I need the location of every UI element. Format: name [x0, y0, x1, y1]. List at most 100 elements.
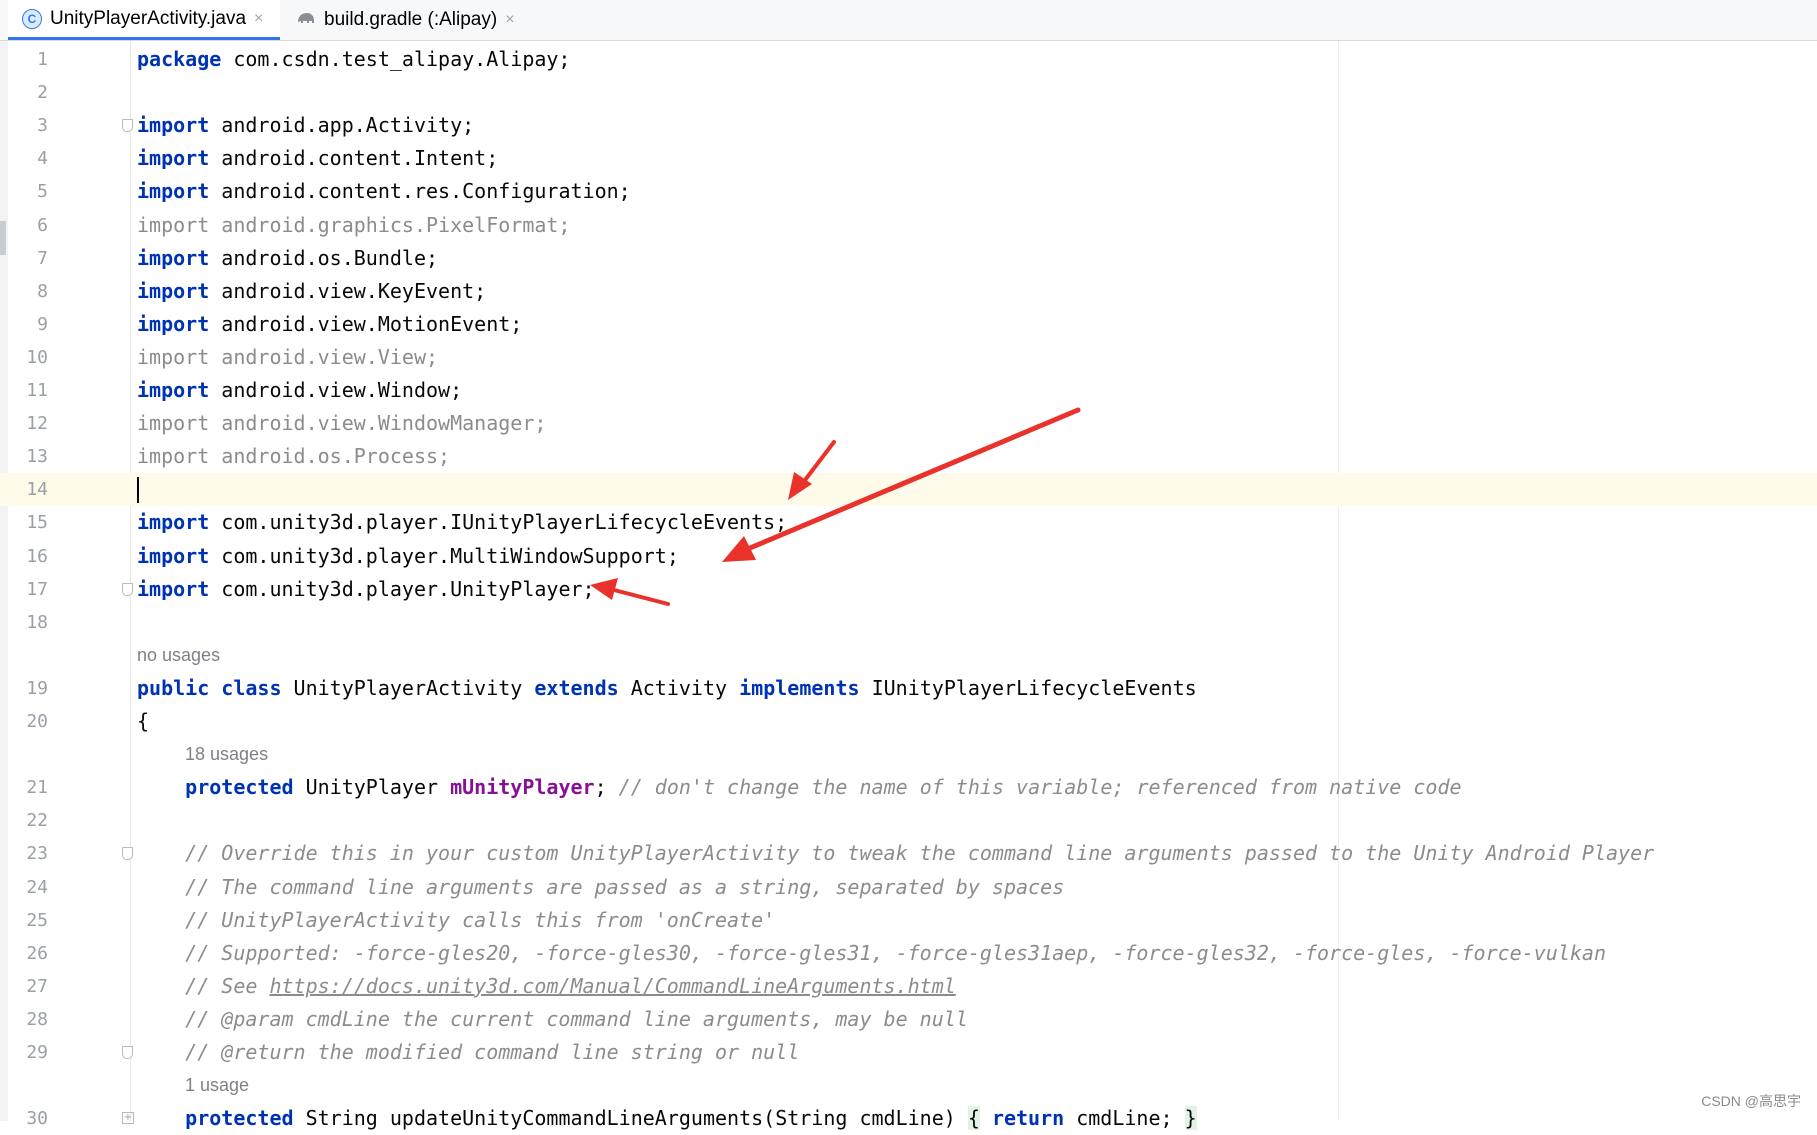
line-number: 22 [26, 810, 48, 832]
code-text[interactable]: // @return the modified command line str… [137, 1036, 799, 1069]
code-text[interactable]: package com.csdn.test_alipay.Alipay; [137, 43, 570, 76]
line-number: 6 [37, 214, 48, 236]
fold-marker-icon[interactable] [122, 1046, 133, 1059]
code-text[interactable]: import android.graphics.PixelFormat; [137, 209, 570, 242]
code-text[interactable]: import android.os.Process; [137, 440, 450, 473]
code-text[interactable]: // @param cmdLine the current command li… [137, 1003, 968, 1036]
code-line: 23 // Override this in your custom Unity… [0, 837, 1817, 870]
line-number: 8 [37, 280, 48, 302]
line-number: 18 [26, 611, 48, 633]
code-line: 4 import android.content.Intent; [0, 142, 1817, 175]
code-text[interactable]: import android.view.Window; [137, 374, 462, 407]
comment-token: // Supported: -force-gles20, -force-gles… [137, 940, 1607, 965]
line-number: 11 [26, 380, 48, 401]
code-text[interactable]: { [137, 705, 149, 738]
comment-token: // Override this in your custom UnityPla… [137, 841, 1655, 866]
fold-marker-icon[interactable] [122, 119, 133, 133]
code-text[interactable]: import com.unity3d.player.UnityPlayer; [137, 573, 595, 606]
watermark: CSDN @高思宇 [1701, 1093, 1801, 1109]
code-line: 29 // @return the modified command line … [0, 1036, 1817, 1069]
code-text[interactable]: import android.app.Activity; [137, 109, 474, 142]
tab-unityplayeractivity-java[interactable]: C UnityPlayerActivity.java × [8, 0, 280, 40]
keyword-token: import [137, 378, 222, 402]
comment-token: // See [137, 973, 270, 998]
text-caret [137, 477, 139, 504]
code-text[interactable]: import android.view.MotionEvent; [137, 308, 522, 341]
close-icon[interactable]: × [505, 11, 514, 29]
line-number: 21 [26, 777, 48, 799]
code-text[interactable]: import android.view.KeyEvent; [137, 275, 486, 308]
line-number: 20 [26, 711, 48, 732]
tab-build-gradle[interactable]: build.gradle (:Alipay) × [290, 0, 530, 40]
code-line: 18 [0, 606, 1817, 639]
keyword-token: protected [185, 1106, 294, 1131]
code-line: 13 import android.os.Process; [0, 440, 1817, 473]
code-line: 1 package com.csdn.test_alipay.Alipay; [0, 43, 1817, 76]
line-number: 9 [37, 313, 48, 335]
line-number: 12 [26, 413, 48, 435]
close-icon[interactable]: × [254, 10, 263, 28]
usage-hint-text[interactable]: 1 usage [185, 1069, 249, 1102]
code-line: 7 import android.os.Bundle; [0, 242, 1817, 275]
doc-link[interactable]: https://docs.unity3d.com/Manual/CommandL… [269, 974, 955, 998]
line-number: 29 [26, 1042, 48, 1063]
code-token: { [967, 1106, 980, 1131]
code-text[interactable]: // The command line arguments are passed… [137, 871, 1064, 904]
code-token: ; [594, 775, 607, 800]
code-token: android.content.res.Configuration; [221, 179, 631, 204]
keyword-token: return [991, 1106, 1065, 1131]
code-text[interactable]: import android.view.WindowManager; [137, 407, 546, 440]
code-text[interactable]: import android.content.Intent; [137, 142, 498, 175]
code-token: android.content.Intent; [221, 146, 499, 171]
code-text[interactable]: // See https://docs.unity3d.com/Manual/C… [137, 970, 956, 1003]
code-text[interactable]: protected String updateUnityCommandLineA… [137, 1102, 1197, 1135]
code-line: 20 { [0, 705, 1817, 738]
code-token: IUnityPlayerLifecycleEvents [859, 675, 1197, 700]
usage-hint: 18 usages [0, 738, 1817, 771]
keyword-token: import [137, 179, 222, 204]
code-token: import android.view.WindowManager; [137, 411, 547, 436]
code-line: 3 import android.app.Activity; [0, 109, 1817, 142]
code-token: android.view.MotionEvent; [221, 311, 523, 336]
code-text[interactable]: // Supported: -force-gles20, -force-gles… [137, 937, 1606, 970]
code-text[interactable]: import android.view.View; [137, 341, 438, 374]
code-token: com.unity3d.player.UnityPlayer; [221, 576, 595, 601]
keyword-token: import [137, 576, 222, 601]
code-text[interactable]: protected UnityPlayer mUnityPlayer; // d… [137, 771, 1461, 804]
code-line: 17 import com.unity3d.player.UnityPlayer; [0, 573, 1817, 606]
code-token: android.os.Bundle; [221, 245, 439, 270]
keyword-token: import [137, 245, 222, 270]
code-line: 10 import android.view.View; [0, 341, 1817, 374]
code-token: com.unity3d.player.IUnityPlayerLifecycle… [221, 510, 788, 535]
fold-marker-icon[interactable] [122, 582, 133, 596]
code-token: UnityPlayer [293, 775, 451, 800]
code-text[interactable]: // UnityPlayerActivity calls this from '… [137, 904, 775, 937]
line-number: 26 [26, 942, 48, 964]
code-editor[interactable]: 1 package com.csdn.test_alipay.Alipay; 2 3 i… [0, 41, 1817, 1131]
fold-marker-icon[interactable] [122, 847, 133, 861]
code-text[interactable]: import com.unity3d.player.IUnityPlayerLi… [137, 506, 787, 539]
keyword-token: public [137, 675, 210, 700]
line-number: 28 [26, 1008, 48, 1030]
code-line: 25 // UnityPlayerActivity calls this fro… [0, 904, 1817, 937]
code-text[interactable]: public class UnityPlayerActivity extends… [137, 672, 1197, 705]
code-line: 11 import android.view.Window; [0, 374, 1817, 407]
code-token: import android.graphics.PixelFormat; [137, 212, 571, 237]
line-number: 30 [26, 1108, 48, 1130]
comment-token: // The command line arguments are passed… [137, 874, 1065, 899]
code-text[interactable]: // Override this in your custom UnityPla… [137, 837, 1654, 870]
code-line: 28 // @param cmdLine the current command… [0, 1003, 1817, 1036]
fold-expand-icon[interactable]: + [122, 1112, 134, 1125]
code-text[interactable]: import com.unity3d.player.MultiWindowSup… [137, 540, 679, 573]
keyword-token: import [137, 113, 222, 138]
usage-hint-text[interactable]: 18 usages [185, 738, 268, 771]
code-text[interactable]: import android.os.Bundle; [137, 242, 438, 275]
code-token: cmdLine; [1064, 1106, 1185, 1131]
usage-hint-text[interactable]: no usages [137, 639, 220, 672]
code-line: 2 [0, 76, 1817, 109]
keyword-token: class [221, 675, 282, 700]
code-token: import android.os.Process; [137, 444, 451, 469]
keyword-token: extends [534, 675, 619, 700]
code-text[interactable]: import android.content.res.Configuration… [137, 175, 631, 208]
code-line: 9 import android.view.MotionEvent; [0, 308, 1817, 341]
